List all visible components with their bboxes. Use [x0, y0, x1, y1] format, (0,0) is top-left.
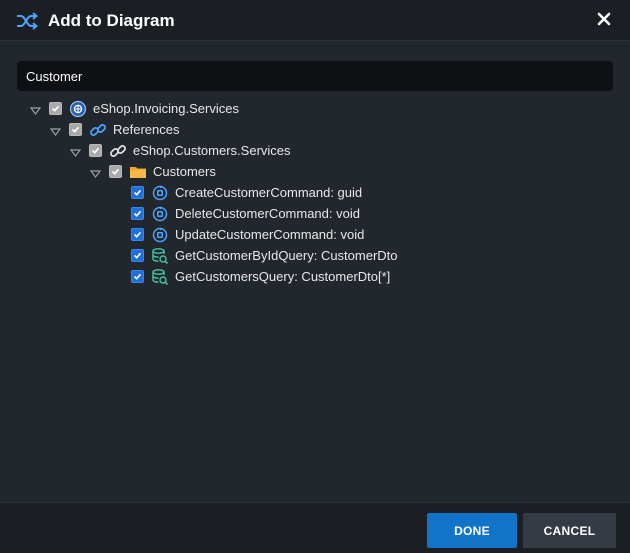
tree-node-label: Customers — [153, 164, 216, 179]
link-icon — [89, 121, 107, 139]
folder-icon — [129, 163, 147, 181]
done-button[interactable]: DONE — [427, 513, 517, 548]
tree-node-label: eShop.Invoicing.Services — [93, 101, 239, 116]
query-icon — [151, 247, 169, 265]
command-icon — [151, 184, 169, 202]
tree-node-references[interactable]: References — [49, 119, 180, 140]
tree-node-package[interactable]: eShop.Customers.Services — [69, 140, 291, 161]
tree-checkbox[interactable] — [69, 123, 82, 136]
tree-item-label: CreateCustomerCommand: guid — [175, 185, 363, 200]
tree-checkbox[interactable] — [131, 249, 144, 262]
tree-item[interactable]: UpdateCustomerCommand: void — [131, 224, 364, 245]
tree-item-label: GetCustomersQuery: CustomerDto[*] — [175, 269, 391, 284]
tree-node-folder[interactable]: Customers — [89, 161, 216, 182]
dialog-title: Add to Diagram — [48, 11, 175, 30]
tree-item-label: UpdateCustomerCommand: void — [175, 227, 365, 242]
tree-node-label: eShop.Customers.Services — [133, 143, 291, 158]
chain-link-icon — [109, 142, 127, 160]
dialog-titlebar: Add to Diagram — [0, 0, 630, 41]
tree-node-label: References — [113, 122, 180, 137]
tree-item-label: DeleteCustomerCommand: void — [175, 206, 360, 221]
close-icon[interactable] — [596, 11, 612, 27]
tree-checkbox[interactable] — [131, 186, 144, 199]
expand-toggle-icon[interactable] — [29, 104, 42, 115]
expand-toggle-icon[interactable] — [89, 167, 102, 178]
command-icon — [151, 226, 169, 244]
dialog-footer: DONE CANCEL — [0, 502, 630, 553]
expand-toggle-icon[interactable] — [49, 125, 62, 136]
cancel-button[interactable]: CANCEL — [523, 513, 616, 548]
tree-checkbox[interactable] — [131, 207, 144, 220]
tree-item[interactable]: CreateCustomerCommand: guid — [131, 182, 362, 203]
expand-toggle-icon[interactable] — [69, 146, 82, 157]
tree-checkbox[interactable] — [89, 144, 102, 157]
search-input[interactable] — [17, 61, 613, 91]
command-icon — [151, 205, 169, 223]
service-globe-icon — [69, 100, 87, 118]
tree-item[interactable]: GetCustomerByIdQuery: CustomerDto — [131, 245, 398, 266]
tree-node-root[interactable]: eShop.Invoicing.Services — [29, 98, 239, 119]
tree-checkbox[interactable] — [49, 102, 62, 115]
tree-item[interactable]: GetCustomersQuery: CustomerDto[*] — [131, 266, 390, 287]
shuffle-icon — [16, 12, 39, 30]
tree-checkbox[interactable] — [131, 228, 144, 241]
query-icon — [151, 268, 169, 286]
tree-checkbox[interactable] — [109, 165, 122, 178]
tree-item[interactable]: DeleteCustomerCommand: void — [131, 203, 360, 224]
tree-checkbox[interactable] — [131, 270, 144, 283]
tree-item-label: GetCustomerByIdQuery: CustomerDto — [175, 248, 398, 263]
